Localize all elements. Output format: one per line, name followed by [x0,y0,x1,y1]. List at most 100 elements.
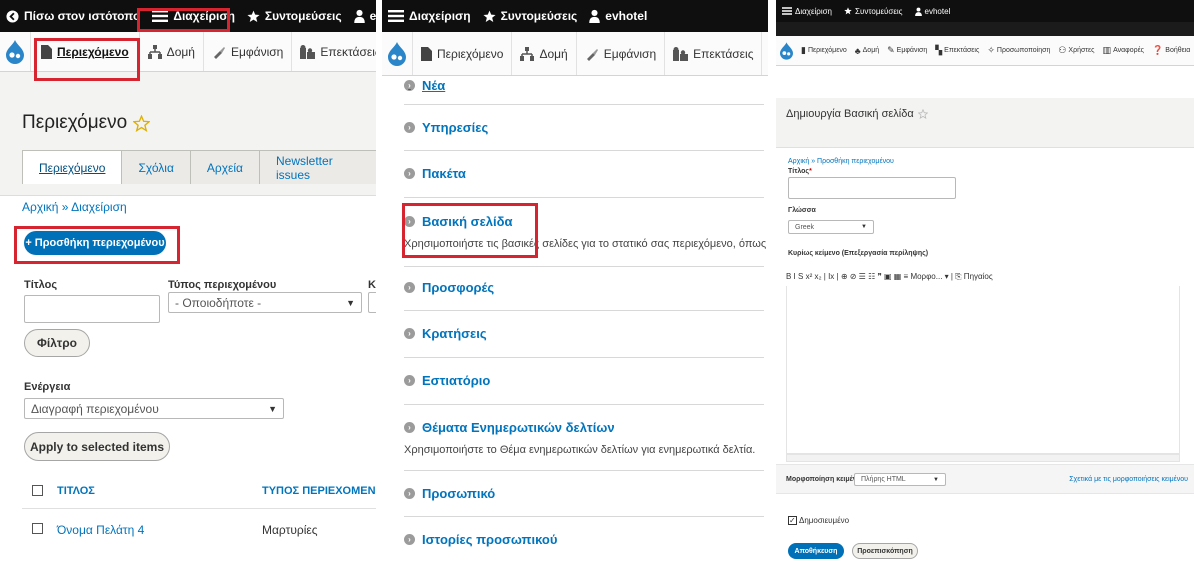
manage-menu[interactable]: Διαχείριση [146,0,241,32]
add-content-button[interactable]: + Προσθήκη περιεχομένου [24,231,166,255]
row-title-link[interactable]: Όνομα Πελάτη 4 [57,523,144,537]
content-type-title[interactable]: › Ιστορίες προσωπικού [404,532,557,547]
body-editor[interactable] [786,286,1180,454]
tray-appearance[interactable]: ✎ Εμφάνιση [883,36,931,65]
tray-appearance[interactable]: Εμφάνιση [204,32,293,71]
tray-content[interactable]: ▮ Περιεχόμενο [797,36,851,65]
tray-extensions[interactable]: ▚ Επεκτάσεις [931,36,983,65]
user-label: evhotel [605,9,648,23]
filter-button[interactable]: Φίλτρο [24,329,90,357]
content-type-title[interactable]: › Πακέτα [404,166,466,181]
divider [404,404,764,405]
tab-content[interactable]: Περιεχόμενο [22,150,123,184]
favorite-star-icon[interactable] [917,109,928,119]
people-icon: ⚇ [1058,45,1067,55]
tray-extensions[interactable]: Επεκτάσεις [292,32,376,71]
user-menu[interactable]: evhotel [583,0,653,32]
structure-icon [520,46,535,61]
user-label: evhotel [369,9,376,23]
content-type-label: Κρατήσεις [422,326,487,341]
drupal-drop-icon [6,39,24,64]
title-input[interactable] [788,177,956,199]
title-filter-input[interactable] [24,295,160,323]
language-select[interactable]: Greek ▼ [788,220,874,234]
tray-reports[interactable]: ▥ Αναφορές [1099,36,1149,65]
breadcrumb[interactable]: Αρχική » Προσθήκη περιεχομένου [788,158,894,165]
tab-newsletter-issues[interactable]: Newsletter issues [259,150,376,184]
manage-menu[interactable]: Διαχείριση [776,0,838,22]
editor-toolbar-buttons[interactable]: B I S x² x₂ | Ix | ⊕ ⊘ ☰ ☷ ❞ ▣ ▦ ≡ Μορφο… [786,272,993,282]
preview-button[interactable]: Προεπισκόπηση [852,543,918,559]
title-filter-label: Τίτλος [24,279,58,291]
content-type-title[interactable]: › Κρατήσεις [404,326,487,341]
content-type-title[interactable]: › Θέματα Ενημερωτικών δελτίων [404,420,615,435]
tray-label: Αναφορές [1113,47,1145,54]
text-format-help-link[interactable]: Σχετικά με τις μορφοποιήσεις κειμένου [1069,476,1188,483]
tray-help[interactable]: ❓ Βοήθεια [1148,36,1194,65]
star-icon [247,10,260,22]
tray-appearance[interactable]: Εμφάνιση [577,32,666,75]
type-filter-select[interactable]: - Οποιοδήποτε - ▼ [168,292,362,313]
tray-content[interactable]: Περιεχόμενο [31,32,140,71]
tray-content[interactable]: Περιεχόμενο [413,32,513,75]
text-format-select[interactable]: Πλήρης HTML ▼ [854,473,946,486]
shortcuts-menu[interactable]: Συντομεύσεις [838,0,909,22]
save-button[interactable]: Αποθήκευση [788,543,844,559]
column-type[interactable]: ΤΥΠΟΣ ΠΕΡΙΕΧΟΜΕΝΟ [262,485,376,497]
chevron-right-icon: › [404,534,415,545]
content-type-title[interactable]: › Βασική σελίδα [404,214,512,229]
editor-toolbar[interactable]: B I S x² x₂ | Ix | ⊕ ⊘ ☰ ☷ ❞ ▣ ▦ ≡ Μορφο… [786,268,1180,286]
drupal-logo[interactable] [382,32,413,75]
star-icon [483,10,496,22]
shortcuts-menu[interactable]: Συντομεύσεις [477,0,584,32]
tray-configuration[interactable]: ✧ Προσωποποίηση [983,36,1054,65]
user-menu[interactable]: evhotel [348,0,376,32]
content-type-title[interactable]: › Εστιατόριο [404,373,490,388]
tray-configuration[interactable]: Γ [762,32,768,75]
row-checkbox[interactable] [32,523,43,534]
content-type-title[interactable]: › Υπηρεσίες [404,120,488,135]
breadcrumb[interactable]: Αρχική » Διαχείριση [22,200,127,214]
editor-statusbar [786,454,1180,462]
tray-extensions[interactable]: Επεκτάσεις [665,32,763,75]
tray-structure[interactable]: Δομή [512,32,577,75]
shortcuts-label: Συντομεύσεις [500,9,578,23]
content-type-title[interactable]: › Προσφορές [404,280,494,295]
manage-label: Διαχείριση [795,6,833,16]
drupal-logo[interactable] [776,36,797,65]
user-menu[interactable]: evhotel [909,0,957,22]
admin-tray: Περιεχόμενο Δομή Εμφάνιση Επεκτάσεις [0,32,376,72]
content-type-label: Προσφορές [422,280,495,295]
manage-menu[interactable]: Διαχείριση [382,0,477,32]
menu-icon [152,10,169,22]
help-icon: ❓ [1152,45,1164,55]
drupal-logo[interactable] [0,32,31,71]
apply-selected-button[interactable]: Apply to selected items [24,432,170,461]
drupal-drop-icon [388,41,406,66]
select-all-checkbox[interactable] [32,485,43,496]
table-divider [22,508,376,509]
manage-label: Διαχείριση [173,9,235,23]
language-value: Greek [795,223,815,231]
cut-filter-select[interactable] [368,292,376,313]
tab-comments[interactable]: Σχόλια [121,150,191,184]
admin-tray: ▮ Περιεχόμενο ♣ Δομή ✎ Εμφάνιση ▚ Επεκτάσεις… [776,36,1194,66]
content-type-title[interactable]: › Προσωπικό [404,486,495,501]
bar-chart-icon: ▥ [1102,45,1112,55]
back-to-site-link[interactable]: Πίσω στον ιστότοπο [0,0,146,32]
published-checkbox[interactable]: ✓ [788,516,797,525]
action-select[interactable]: Διαγραφή περιεχομένου ▼ [24,398,284,419]
content-type-title[interactable]: › Νέα [404,78,445,93]
tray-structure[interactable]: ♣ Δομή [851,36,883,65]
shortcuts-menu[interactable]: Συντομεύσεις [241,0,348,32]
divider [404,266,764,267]
content-type-label: Ιστορίες προσωπικού [422,532,558,547]
admin-tray: Περιεχόμενο Δομή Εμφάνιση Επεκτάσεις Γ [382,32,768,76]
favorite-star-icon[interactable] [133,114,151,132]
tab-files[interactable]: Αρχεία [189,150,260,184]
column-title[interactable]: ΤΙΤΛΟΣ [57,485,95,497]
tray-structure[interactable]: Δομή [140,32,204,71]
tray-people[interactable]: ⚇ Χρήστες [1054,36,1098,65]
page-icon: ▮ [801,45,806,55]
published-option[interactable]: ✓ Δημοσιευμένο [788,516,849,525]
